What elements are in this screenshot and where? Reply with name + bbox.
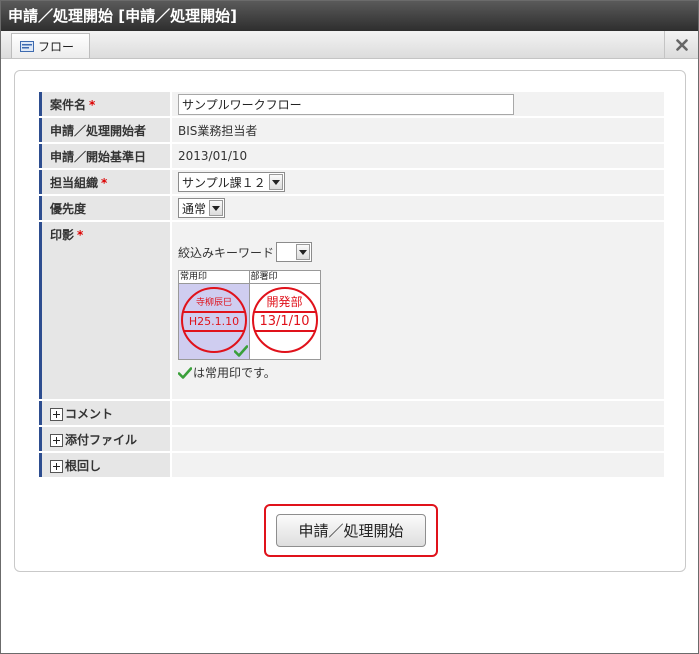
applicant-value: BIS業務担当者 — [172, 118, 664, 142]
chevron-down-icon — [296, 244, 311, 260]
organization-selected: サンプル課１２ — [182, 175, 266, 190]
expand-plus-icon[interactable] — [50, 434, 63, 447]
row-seal: 印影 * 絞込みキーワード 常用印 寺柳辰巳 H25.1.10 部署印 開発部 … — [39, 222, 664, 399]
check-icon — [178, 366, 192, 379]
seal-picker: 常用印 寺柳辰巳 H25.1.10 部署印 開発部 13/1/10 — [178, 270, 321, 360]
seal-option-personal[interactable]: 常用印 寺柳辰巳 H25.1.10 — [179, 271, 250, 359]
seal-option-header: 常用印 — [179, 271, 249, 284]
priority-select[interactable]: 通常 — [178, 198, 226, 218]
tab-flow[interactable]: フロー — [11, 33, 90, 58]
chevron-down-icon — [209, 200, 224, 216]
seal-label: 印影 * — [39, 222, 172, 399]
close-button[interactable] — [664, 31, 698, 59]
submit-button[interactable]: 申請／処理開始 — [276, 514, 426, 547]
keyword-filter: 絞込みキーワード — [178, 240, 658, 264]
row-organization: 担当組織 * サンプル課１２ — [39, 170, 664, 194]
organization-label: 担当組織 * — [39, 170, 172, 194]
seal-option-department[interactable]: 部署印 開発部 13/1/10 — [249, 271, 320, 359]
tab-bar: フロー — [1, 31, 698, 59]
applicant-label: 申請／処理開始者 — [39, 118, 172, 142]
section-comment[interactable]: コメント — [39, 401, 664, 425]
submit-highlight: 申請／処理開始 — [264, 504, 438, 557]
priority-label: 優先度 — [39, 196, 172, 220]
matter-name-label: 案件名 * — [39, 92, 172, 116]
window-title: 申請／処理開始 [申請／処理開始] — [1, 1, 698, 31]
matter-name-input[interactable] — [178, 93, 514, 115]
row-applicant: 申請／処理開始者 BIS業務担当者 — [39, 118, 664, 142]
section-nemawashi[interactable]: 根回し — [39, 453, 664, 477]
keyword-label: 絞込みキーワード — [178, 245, 275, 260]
expand-plus-icon[interactable] — [50, 408, 63, 421]
application-form: 案件名* 申請／処理開始者 BIS業務担当者 申請／開始基準日 2013/01/… — [39, 90, 664, 479]
section-nemawashi-label: 根回し — [65, 459, 102, 473]
keyword-select[interactable] — [276, 242, 313, 262]
section-attachment[interactable]: 添付ファイル — [39, 427, 664, 451]
expand-plus-icon[interactable] — [50, 460, 63, 473]
priority-selected: 通常 — [182, 201, 207, 216]
chevron-down-icon — [268, 174, 283, 190]
organization-select[interactable]: サンプル課１２ — [178, 172, 285, 192]
personal-seal-stamp: 寺柳辰巳 H25.1.10 — [181, 287, 247, 353]
section-attachment-label: 添付ファイル — [65, 433, 138, 447]
row-base-date: 申請／開始基準日 2013/01/10 — [39, 144, 664, 168]
row-matter-name: 案件名 * — [39, 92, 664, 116]
section-comment-label: コメント — [65, 407, 114, 421]
form-panel: 案件名* 申請／処理開始者 BIS業務担当者 申請／開始基準日 2013/01/… — [14, 70, 686, 572]
base-date-label: 申請／開始基準日 — [39, 144, 172, 168]
seal-note: は常用印です。 — [178, 364, 658, 381]
close-icon — [675, 39, 688, 51]
base-date-value: 2013/01/10 — [172, 144, 664, 168]
dialog-window: 申請／処理開始 [申請／処理開始] フロー 案件名* 申請／処理開始者 BIS業 — [0, 0, 699, 654]
row-priority: 優先度 通常 — [39, 196, 664, 220]
department-seal-stamp: 開発部 13/1/10 — [251, 287, 318, 353]
tab-flow-label: フロー — [38, 39, 75, 54]
flow-icon — [20, 40, 34, 52]
seal-note-text: は常用印です。 — [193, 366, 276, 380]
check-icon — [233, 345, 248, 357]
seal-option-header: 部署印 — [249, 271, 320, 284]
